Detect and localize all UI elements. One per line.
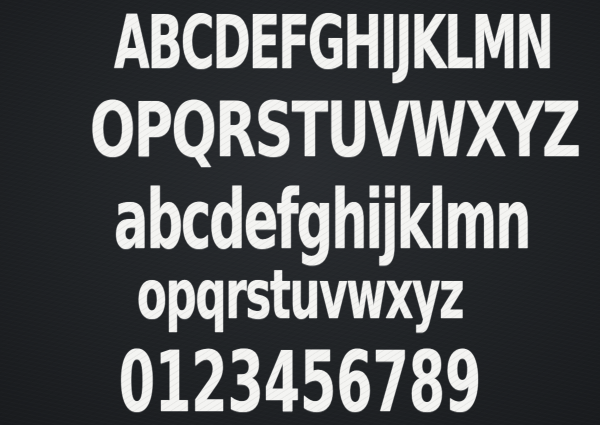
lowercase-row-o-to-z: opqrstuvwxyz xyxy=(136,256,465,335)
digits-row: 0123456789 xyxy=(118,333,482,425)
uppercase-row-o-to-z: OPQRSTUVWXYZ xyxy=(90,85,581,174)
lowercase-row-a-to-n: abcdefghijklmn xyxy=(114,173,531,268)
uppercase-row-a-to-n: ABCDEFGHIJKLMN xyxy=(114,0,554,86)
chalkboard-font-specimen: ABCDEFGHIJKLMN OPQRSTUVWXYZ abcdefghijkl… xyxy=(0,0,600,425)
